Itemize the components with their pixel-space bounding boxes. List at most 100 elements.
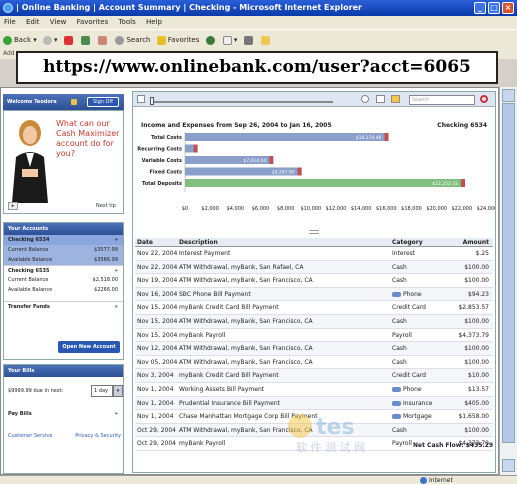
account-name[interactable]: Checking 6535»	[4, 265, 123, 275]
col-category[interactable]: Category	[390, 238, 445, 246]
cell-amount: $100.00	[464, 426, 489, 434]
home-button[interactable]	[98, 30, 109, 49]
print-icon[interactable]	[376, 95, 385, 103]
maximize-button[interactable]: □	[488, 2, 500, 14]
refresh-button[interactable]	[80, 30, 92, 49]
vertical-scrollbar[interactable]	[499, 87, 517, 475]
refresh-icon	[80, 35, 90, 45]
days-select[interactable]: 1 day	[91, 385, 113, 397]
splitter-handle[interactable]	[309, 230, 319, 234]
bar-end-marker	[269, 156, 274, 164]
search-input[interactable]: Search	[409, 95, 475, 105]
menu-view[interactable]: View	[46, 16, 71, 29]
menu-file[interactable]: File	[0, 16, 20, 29]
table-row[interactable]: Nov 15, 2004 ATM Withdrawal, myBank, San …	[135, 314, 493, 329]
footer-links: Customer Service Privacy & Security	[8, 433, 121, 439]
table-row[interactable]: Nov 12, 2004 ATM Withdrawal, myBank, San …	[135, 342, 493, 356]
cell-description: ATM Withdrawal, myBank, San Francisco, C…	[179, 277, 313, 285]
account-current-balance: Current Balance $2,518.00	[8, 277, 118, 283]
next-tip-button[interactable]: ▸	[8, 202, 18, 210]
close-button[interactable]: ×	[502, 2, 514, 14]
help-icon[interactable]	[361, 95, 369, 103]
table-row[interactable]: Nov 3, 2004 myBank Credit Card Bill Payme…	[135, 369, 493, 383]
bar-value-label: $9,267.90	[272, 170, 295, 176]
table-row[interactable]: Nov 16, 2004 SBC Phone Bill Payment Phone $…	[135, 287, 493, 302]
forward-button[interactable]: ▾	[42, 30, 58, 49]
mail-icon	[222, 35, 232, 45]
table-row[interactable]: Nov 1, 2004 Chase Manhattan Mortgage Corp…	[135, 410, 493, 424]
sign-off-button[interactable]: Sign Off	[87, 97, 119, 107]
bar-value-label: $16,174.46	[356, 135, 382, 141]
chevron-right-icon: »	[114, 411, 118, 417]
left-panel: Welcome Teodora Sign Off What can our Ca…	[3, 94, 126, 474]
home-icon	[98, 35, 108, 45]
menu-tools[interactable]: Tools	[114, 16, 139, 29]
ie-logo-icon	[3, 3, 13, 13]
cell-date: Nov 15, 2004	[137, 317, 178, 325]
col-amount[interactable]: Amount	[445, 238, 491, 246]
page-content: Welcome Teodora Sign Off What can our Ca…	[0, 87, 499, 475]
minimize-button[interactable]: _	[474, 2, 486, 14]
table-row[interactable]: Nov 22, 2004 ATM Withdrawal, myBank, San …	[135, 260, 493, 275]
folder-button[interactable]	[260, 30, 272, 49]
cell-description: Prudential Insurance Bill Payment	[179, 399, 280, 407]
title-bar: | Online Banking | Account Summary | Che…	[0, 0, 517, 16]
cell-category: Credit Card	[392, 372, 426, 380]
back-button[interactable]: Back ▾	[3, 30, 37, 49]
open-new-account-button[interactable]: Open New Account	[58, 341, 120, 353]
x-tick-label: $16,000	[376, 206, 397, 212]
col-description[interactable]: Description	[177, 238, 390, 246]
search-button[interactable]: Search	[115, 30, 151, 49]
welcome-text: Welcome Teodora	[7, 99, 57, 105]
table-row[interactable]: Nov 15, 2004 myBank Payroll Payroll $4,373.…	[135, 329, 493, 343]
bar-end-marker	[193, 144, 198, 153]
chart-title: Income and Expenses from Sep 26, 2004 to…	[141, 122, 332, 129]
menu-bar: File Edit View Favorites Tools Help	[0, 16, 517, 29]
table-row[interactable]: Nov 19, 2004 ATM Withdrawal, myBank, San …	[135, 274, 493, 288]
bar-label: Total Costs	[151, 135, 182, 141]
account-name[interactable]: Checking 6534»	[4, 235, 123, 245]
cell-category: Mortgage	[390, 410, 445, 423]
browser-window: | Online Banking | Account Summary | Che…	[0, 0, 517, 484]
transfer-funds-link[interactable]: Transfer Funds»	[4, 301, 123, 311]
table-row[interactable]: Oct 29, 2004 ATM Withdrawal, myBank, San …	[135, 423, 493, 438]
table-row[interactable]: Nov 1, 2004 Working Assets Bill Payment Ph…	[135, 383, 493, 397]
favorites-button[interactable]: Favorites	[156, 30, 199, 49]
date-range-slider[interactable]	[151, 101, 333, 103]
x-tick-label: $2,000	[201, 206, 219, 212]
folder-icon[interactable]	[391, 95, 400, 103]
scroll-thumb[interactable]	[502, 103, 515, 443]
stop-button[interactable]	[63, 30, 75, 49]
table-row[interactable]: Nov 1, 2004 Prudential Insurance Bill Pay…	[135, 396, 493, 411]
star-icon	[156, 35, 166, 45]
status-bar: Internet	[0, 475, 517, 484]
slider-handle[interactable]	[150, 97, 154, 105]
media-button[interactable]	[205, 30, 217, 49]
next-tip-link[interactable]: Next tip	[96, 203, 116, 209]
table-row[interactable]: Nov 05, 2004 ATM Withdrawal, myBank, San …	[135, 356, 493, 370]
privacy-security-link[interactable]: Privacy & Security	[75, 433, 121, 439]
chevron-down-icon[interactable]: ▾	[113, 385, 123, 397]
table-row[interactable]: Nov 15, 2004 myBank Credit Card Bill Paym…	[135, 301, 493, 315]
stop-icon	[63, 35, 73, 45]
url-input[interactable]: https://www.onlinebank.com/user?acct=606…	[16, 51, 498, 84]
col-date[interactable]: Date	[135, 238, 177, 246]
calendar-icon[interactable]	[137, 95, 145, 103]
x-tick-label: $6,000	[252, 206, 270, 212]
menu-edit[interactable]: Edit	[22, 16, 44, 29]
menu-help[interactable]: Help	[142, 16, 166, 29]
pay-bills-link[interactable]: Pay Bills»	[4, 409, 123, 419]
search-icon[interactable]	[480, 95, 488, 103]
table-row[interactable]: Nov 22, 2004 Interest Payment Interest $.25	[135, 247, 493, 261]
cell-description: ATM Withdrawal, myBank, San Francisco, C…	[179, 426, 313, 434]
bar-value-label: $7,014.64	[243, 158, 266, 164]
scroll-down-icon[interactable]	[502, 459, 515, 472]
customer-service-link[interactable]: Customer Service	[8, 433, 52, 439]
scroll-up-icon[interactable]	[502, 89, 515, 102]
menu-favorites[interactable]: Favorites	[73, 16, 113, 29]
mail-button[interactable]: ▾	[222, 30, 237, 49]
transactions-table: Date Description Category Amount Nov 22,…	[135, 238, 493, 451]
cell-date: Nov 05, 2004	[137, 358, 178, 366]
print-button[interactable]	[243, 30, 255, 49]
bar-label: Total Deposits	[142, 181, 182, 187]
